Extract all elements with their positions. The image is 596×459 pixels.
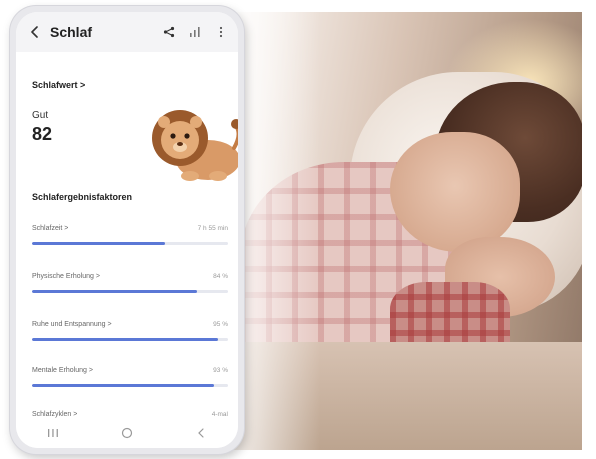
phone-mockup: Schlaf Schlafwert > Gut 82 Schlafergebni… bbox=[10, 6, 244, 454]
progress-track bbox=[32, 290, 228, 293]
home-circle-icon[interactable] bbox=[117, 426, 137, 440]
recents-icon[interactable] bbox=[43, 426, 63, 440]
progress-track bbox=[32, 242, 228, 245]
progress-track bbox=[32, 338, 228, 341]
lion-mascot-icon bbox=[152, 110, 238, 181]
phone-screen: Schlaf Schlafwert > Gut 82 Schlafergebni… bbox=[16, 12, 238, 448]
system-nav-bar bbox=[16, 418, 238, 448]
sleep-score-card[interactable]: Schlafwert > Gut 82 bbox=[22, 62, 238, 182]
progress-fill bbox=[32, 290, 197, 293]
sleep-score-value: 82 bbox=[32, 124, 53, 144]
factor-mental-recovery[interactable]: Mentale Erholung > 93 % bbox=[32, 364, 228, 394]
progress-track bbox=[32, 384, 228, 387]
factor-label: Schlafzeit > bbox=[32, 224, 69, 232]
factor-label: Schlafzyklen > bbox=[32, 410, 78, 418]
factor-sleep-time[interactable]: Schlafzeit > 7 h 55 min bbox=[32, 222, 228, 252]
face bbox=[390, 132, 520, 252]
page-title: Schlaf bbox=[50, 24, 93, 40]
sleeping-woman-photo bbox=[200, 12, 582, 450]
back-icon[interactable] bbox=[191, 426, 211, 440]
factor-value: 7 h 55 min bbox=[197, 224, 228, 232]
factors-title: Schlafergebnisfaktoren bbox=[32, 192, 133, 202]
factor-label: Physische Erholung > bbox=[32, 272, 100, 280]
factor-value: 95 % bbox=[213, 320, 228, 328]
chevron-left-icon[interactable] bbox=[26, 23, 44, 41]
progress-fill bbox=[32, 338, 219, 341]
app-bar-actions bbox=[162, 25, 228, 39]
factor-value: 93 % bbox=[213, 366, 228, 374]
app-bar: Schlaf bbox=[16, 12, 238, 52]
progress-fill bbox=[32, 384, 215, 387]
bar-chart-icon[interactable] bbox=[188, 25, 202, 39]
factor-label: Ruhe und Entspannung > bbox=[32, 320, 112, 328]
sleep-score-link[interactable]: Schlafwert > bbox=[32, 80, 85, 90]
progress-fill bbox=[32, 242, 166, 245]
more-vertical-icon[interactable] bbox=[214, 25, 228, 39]
sleep-score-rating: Gut bbox=[32, 110, 49, 121]
factor-value: 4-mal bbox=[211, 410, 228, 418]
factor-physical-recovery[interactable]: Physische Erholung > 84 % bbox=[32, 270, 228, 300]
factor-value: 84 % bbox=[213, 272, 228, 280]
factor-rest-relaxation[interactable]: Ruhe und Entspannung > 95 % bbox=[32, 318, 228, 348]
factor-label: Mentale Erholung > bbox=[32, 366, 93, 374]
share-icon[interactable] bbox=[162, 25, 176, 39]
